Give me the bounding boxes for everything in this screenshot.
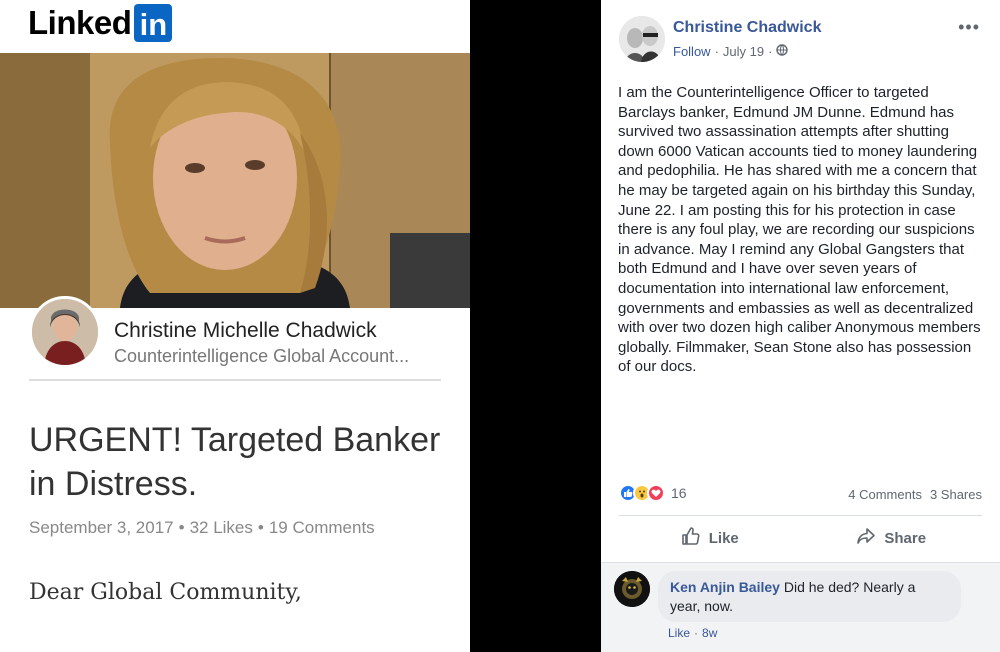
engagement-counts: 4 Comments 3 Shares [848, 487, 982, 502]
post-author-avatar[interactable] [619, 16, 665, 62]
cover-photo-illustration [0, 53, 470, 308]
like-button-label: Like [708, 529, 739, 547]
thumbs-up-icon [681, 526, 701, 550]
share-button[interactable]: Share [801, 517, 983, 559]
follow-button[interactable]: Follow [673, 44, 711, 59]
meta-separator: • [178, 518, 185, 537]
comment-age[interactable]: 8w [702, 626, 717, 640]
linkedin-logo-text: Linked [28, 4, 132, 41]
post-text: I am the Counterintelligence Officer to … [618, 84, 981, 376]
ellipsis-icon[interactable]: ••• [958, 18, 980, 36]
commenter-avatar-image [614, 571, 650, 607]
author-avatar-image [32, 299, 98, 365]
share-arrow-icon [856, 526, 876, 550]
globe-icon [776, 44, 789, 59]
author-avatar[interactable] [29, 296, 101, 368]
post-actions: Like Share [619, 517, 982, 559]
comments-count[interactable]: 4 Comments [848, 487, 922, 502]
reaction-count: 16 [671, 485, 687, 501]
share-button-label: Share [884, 529, 927, 547]
like-button[interactable]: Like [619, 517, 801, 559]
comment-bubble: Ken Anjin Bailey Did he ded? Nearly a ye… [658, 571, 961, 622]
divider [619, 515, 982, 516]
article-date: September 3, 2017 [29, 518, 174, 537]
comment-like-link[interactable]: Like [668, 626, 690, 640]
subline-separator: · [768, 44, 773, 59]
commenter-avatar[interactable] [614, 571, 650, 607]
article-comments[interactable]: 19 Comments [269, 518, 375, 537]
post-date[interactable]: July 19 [723, 44, 764, 59]
article-likes[interactable]: 32 Likes [190, 518, 253, 537]
comment-meta: Like · 8w [668, 626, 717, 640]
divider [29, 379, 441, 381]
author-name[interactable]: Christine Michelle Chadwick [114, 319, 377, 343]
subline-separator: · [714, 44, 719, 59]
linkedin-logo[interactable]: Linked in [28, 3, 173, 43]
shares-count[interactable]: 3 Shares [930, 487, 982, 502]
meta-separator: • [257, 518, 264, 537]
comments-section: Ken Anjin Bailey Did he ded? Nearly a ye… [601, 563, 1000, 652]
article-cover-photo [0, 53, 470, 308]
post-author-name[interactable]: Christine Chadwick [673, 19, 821, 37]
love-reaction-icon [647, 484, 665, 502]
comment-meta-separator: · [694, 626, 699, 640]
reaction-summary[interactable]: 16 [619, 484, 687, 502]
post-author-avatar-image [619, 16, 665, 62]
facebook-post-panel: Christine Chadwick Follow · July 19 · ••… [601, 0, 1000, 652]
comment-author[interactable]: Ken Anjin Bailey [670, 579, 780, 595]
article-body: Dear Global Community, [29, 580, 302, 605]
linkedin-logo-box: in [134, 4, 173, 42]
article-title: URGENT! Targeted Banker in Distress. [29, 421, 441, 503]
post-subline: Follow · July 19 · [673, 44, 789, 59]
article-meta: September 3, 2017 • 32 Likes • 19 Comments [29, 518, 375, 538]
linkedin-article-panel: Linked in Christine Michelle Chadwick Co… [0, 0, 470, 652]
author-headline: Counterintelligence Global Account... [114, 346, 410, 366]
